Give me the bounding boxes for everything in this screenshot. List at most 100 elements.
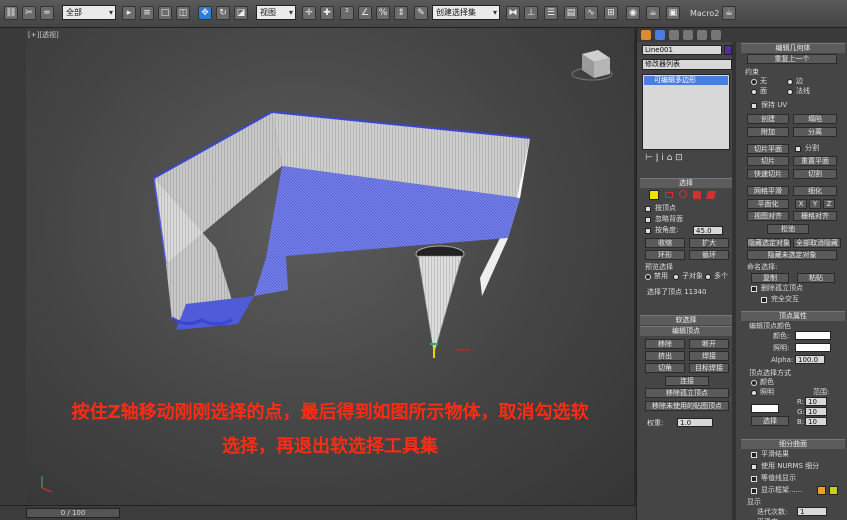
reset-plane-button[interactable]: 重置平面	[793, 156, 837, 166]
object-name-field[interactable]: Line001	[642, 45, 722, 55]
connect-button[interactable]: 连接	[665, 376, 709, 386]
full-interactivity-checkbox[interactable]	[761, 297, 767, 303]
vertex-select-button[interactable]: 选择	[751, 416, 789, 426]
modify-tab-icon[interactable]	[655, 30, 665, 40]
chamfer-button[interactable]: 切角	[645, 363, 685, 373]
collapse-button[interactable]: 塌陷	[793, 114, 837, 124]
modifier-stack[interactable]: 可编辑多边形	[642, 74, 730, 150]
material-editor-icon[interactable]: ◉	[626, 6, 640, 20]
copy-button[interactable]: 复制	[751, 273, 789, 283]
graphite-tools-icon[interactable]: ▤	[564, 6, 578, 20]
split-checkbox[interactable]	[795, 146, 801, 152]
planarize-y-button[interactable]: Y	[809, 199, 821, 209]
selection-filter-dropdown[interactable]: 全部	[62, 5, 116, 20]
mirror-icon[interactable]: ⧓	[506, 6, 520, 20]
window-crossing-icon[interactable]: ◫	[176, 6, 190, 20]
layer-manager-icon[interactable]: ☰	[544, 6, 558, 20]
detach-button[interactable]: 分离	[793, 127, 837, 137]
grow-button[interactable]: 扩大	[689, 238, 729, 248]
grid-align-button[interactable]: 栅格对齐	[793, 211, 837, 221]
polygon-level-icon[interactable]	[693, 191, 701, 199]
break-button[interactable]: 断开	[689, 339, 729, 349]
by-angle-checkbox[interactable]	[645, 228, 651, 234]
snap-toggle-icon[interactable]: ²	[340, 6, 354, 20]
remove-isolated-button[interactable]: 移除孤立顶点	[645, 388, 729, 398]
motion-tab-icon[interactable]	[683, 30, 693, 40]
range-r-spinner[interactable]: 10	[805, 397, 827, 406]
render-setup-icon[interactable]: ☕	[646, 6, 660, 20]
constraint-face-radio[interactable]	[751, 89, 757, 95]
by-vertex-checkbox[interactable]	[645, 206, 651, 212]
select-by-illum-radio[interactable]	[751, 390, 757, 396]
constraint-none-radio[interactable]	[751, 79, 757, 85]
preview-disabled-radio[interactable]	[645, 274, 651, 280]
border-level-icon[interactable]	[679, 190, 687, 198]
select-by-color-radio[interactable]	[751, 380, 757, 386]
select-object-icon[interactable]: ▸	[122, 6, 136, 20]
preview-multi-radio[interactable]	[705, 274, 711, 280]
macro-label[interactable]: Macro2	[690, 9, 719, 18]
selection-rollout-header[interactable]: 选择	[640, 178, 732, 188]
isoline-display-checkbox[interactable]	[751, 476, 757, 482]
link-icon[interactable]: ⛓	[4, 6, 18, 20]
weight-spinner[interactable]: 1.0	[677, 418, 713, 427]
planarize-z-button[interactable]: Z	[823, 199, 835, 209]
repeat-last-button[interactable]: 重复上一个	[747, 54, 837, 64]
loop-button[interactable]: 循环	[689, 250, 729, 260]
iterations-spinner[interactable]: 1	[797, 507, 827, 516]
planarize-x-button[interactable]: X	[795, 199, 807, 209]
quickslice-button[interactable]: 快速切片	[747, 169, 789, 179]
named-selection-dropdown[interactable]: 创建选择集	[432, 5, 500, 20]
time-slider[interactable]: 0 / 100	[26, 508, 120, 518]
meshsmooth-button[interactable]: 网格平滑	[747, 186, 789, 196]
slice-button[interactable]: 切片	[747, 156, 789, 166]
utilities-tab-icon[interactable]	[711, 30, 721, 40]
smooth-result-checkbox[interactable]	[751, 452, 757, 458]
hierarchy-tab-icon[interactable]	[669, 30, 679, 40]
use-nurms-checkbox[interactable]	[751, 464, 757, 470]
range-b-spinner[interactable]: 10	[805, 417, 827, 426]
tessellate-button[interactable]: 细化	[793, 186, 837, 196]
ring-button[interactable]: 环形	[645, 250, 685, 260]
pivot-center-icon[interactable]: ✛	[302, 6, 316, 20]
angle-spinner[interactable]: 45.0	[693, 226, 723, 235]
hide-unselected-button[interactable]: 隐藏未选定对象	[747, 250, 837, 260]
relax-button[interactable]: 松弛	[767, 224, 809, 234]
cut-button[interactable]: 切割	[793, 169, 837, 179]
stack-tools-icons[interactable]: ⊢ ǀ ⅰ ⌂ ⊡	[645, 154, 683, 163]
slice-plane-button[interactable]: 切片平面	[747, 144, 789, 154]
schematic-view-icon[interactable]: ⊞	[604, 6, 618, 20]
range-color-swatch[interactable]	[751, 404, 779, 413]
bind-spacewarp-icon[interactable]: ≈	[40, 6, 54, 20]
spinner-snap-icon[interactable]: ⇕	[394, 6, 408, 20]
rect-selection-icon[interactable]: □	[158, 6, 172, 20]
select-by-name-icon[interactable]: ≡	[140, 6, 154, 20]
preserve-uv-checkbox[interactable]	[751, 103, 757, 109]
edit-vertices-rollout-header[interactable]: 编辑顶点	[640, 326, 732, 336]
move-icon[interactable]: ✥	[198, 6, 212, 20]
edit-geometry-rollout-header[interactable]: 编辑几何体	[741, 43, 845, 53]
attach-button[interactable]: 附加	[747, 127, 789, 137]
shrink-button[interactable]: 收缩	[645, 238, 685, 248]
remove-unused-map-button[interactable]: 移除未使用的贴图顶点	[645, 401, 729, 411]
delete-isolated-checkbox[interactable]	[751, 286, 757, 292]
show-cage-checkbox[interactable]	[751, 488, 757, 494]
create-tab-icon[interactable]	[641, 30, 651, 40]
align-icon[interactable]: ⊥	[524, 6, 538, 20]
unhide-all-button[interactable]: 全部取消隐藏	[793, 238, 841, 248]
select-manipulate-icon[interactable]: ✚	[320, 6, 334, 20]
reference-coord-dropdown[interactable]: 视图	[256, 5, 296, 20]
alpha-spinner[interactable]: 100.0	[795, 355, 825, 364]
view-align-button[interactable]: 视图对齐	[747, 211, 789, 221]
extrude-button[interactable]: 挤出	[645, 351, 685, 361]
rotate-icon[interactable]: ↻	[216, 6, 230, 20]
percent-snap-icon[interactable]: %	[376, 6, 390, 20]
constraint-normal-radio[interactable]	[787, 89, 793, 95]
curve-editor-icon[interactable]: ∿	[584, 6, 598, 20]
scale-icon[interactable]: ◪	[234, 6, 248, 20]
modifier-list-dropdown[interactable]: 修改器列表	[642, 59, 732, 70]
ignore-backfacing-checkbox[interactable]	[645, 217, 651, 223]
rendered-frame-icon[interactable]: ▣	[666, 6, 680, 20]
target-weld-button[interactable]: 目标焊接	[689, 363, 729, 373]
stack-item-editable-poly[interactable]: 可编辑多边形	[644, 76, 728, 85]
